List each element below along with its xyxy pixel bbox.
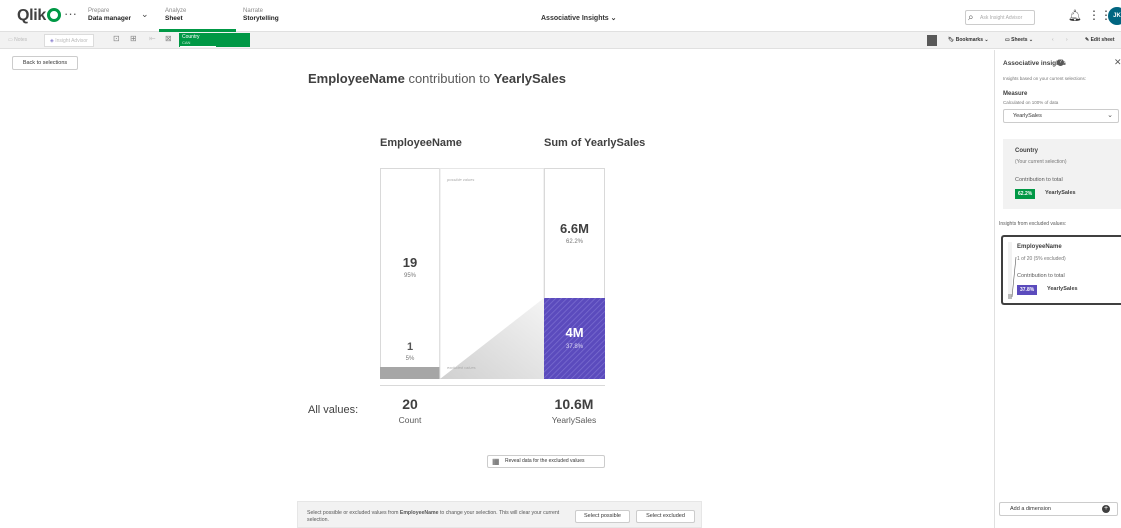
app-title[interactable]: Associative Insights ⌄ <box>541 14 617 22</box>
table-icon: ▦ <box>492 457 500 466</box>
nav-prepare-label: Prepare <box>88 8 110 14</box>
total-measure-label: YearlySales <box>551 415 597 425</box>
measure-excluded-value: 4M <box>565 325 584 340</box>
measure-excluded-pct: 37.8% <box>565 344 583 350</box>
select-possible-button[interactable]: Select possible <box>575 510 630 523</box>
card-title: Country <box>1015 148 1038 154</box>
nav-narrate-value: Storytelling <box>243 15 279 22</box>
next-sheet-icon[interactable]: › <box>1066 34 1068 47</box>
notes-icon: ▭ <box>8 37 13 43</box>
sheets-button[interactable]: ▭ Sheets ⌄ <box>1005 34 1033 47</box>
measure-possible-pct: 62.2% <box>565 239 583 245</box>
bell-icon[interactable]: 🔔︎ <box>1068 9 1082 22</box>
nav-narrate[interactable]: Narrate Storytelling <box>243 7 279 23</box>
nav-analyze-label: Analyze <box>165 8 187 14</box>
selections-tool-icon[interactable]: ⊞ <box>130 34 137 43</box>
card-subtitle: (Your current selection) <box>1015 159 1067 165</box>
step-back-icon[interactable]: ⇤ <box>149 34 156 43</box>
back-to-selections-button[interactable]: Back to selections <box>12 56 78 70</box>
previous-sheet-icon[interactable]: ‹ <box>1052 34 1054 47</box>
possible-values-label: possible values <box>447 177 475 182</box>
nav-prepare-value: Data manager <box>88 15 131 22</box>
notes-button[interactable]: ▭ Notes <box>8 34 27 47</box>
sheet-toolbar: ▭ Notes ◈ Insight Advisor ⊡ ⊞ ⇤ ⊠ Countr… <box>0 32 1121 49</box>
bookmark-icon: 🔖︎ <box>948 37 955 43</box>
chevron-down-icon[interactable]: ⌄ <box>141 9 149 20</box>
smart-search-icon[interactable]: ⊡ <box>113 34 120 43</box>
contribution-badge: 62.2% <box>1015 189 1036 199</box>
chevron-down-icon: ⌄ <box>984 37 989 43</box>
top-navigation: Qlik ··· Prepare Data manager ⌄ Analyze … <box>0 0 1121 32</box>
qlik-q-icon <box>47 8 62 22</box>
total-measure: 10.6M <box>554 396 594 412</box>
search-icon: ⌕ <box>968 12 974 23</box>
selection-bar <box>180 46 216 47</box>
page-title: EmployeeName contribution to YearlySales <box>308 71 567 86</box>
edit-sheet-button[interactable]: ✎ Edit sheet <box>1085 34 1115 47</box>
dimension-possible-pct: 95% <box>403 273 416 279</box>
selection-pill-country[interactable]: Country CAN <box>179 33 250 47</box>
select-excluded-button[interactable]: Select excluded <box>636 510 695 523</box>
dimension-excluded-count: 1 <box>406 341 414 353</box>
add-dimension-label: Add a dimension <box>1010 506 1051 512</box>
insight-search-input[interactable]: ⌕ Ask Insight Advisor <box>965 10 1035 25</box>
clear-selections-icon[interactable]: ⊠ <box>165 34 172 43</box>
measure-column-header: Sum of YearlySales <box>544 137 646 149</box>
more-menu-button[interactable]: ··· <box>64 6 77 21</box>
chevron-down-icon: ⌄ <box>610 15 617 22</box>
panel-subtitle: Insights based on your current selection… <box>1003 76 1087 81</box>
chevron-down-icon: ⌄ <box>1107 112 1113 119</box>
qlik-logo[interactable]: Qlik <box>17 6 62 25</box>
chart-icon[interactable] <box>927 35 937 46</box>
dimension-excluded-pct: 5% <box>405 356 415 362</box>
nav-analyze-value: Sheet <box>165 15 183 22</box>
excluded-insight-card[interactable]: EmployeeName 1 of 20 (5% excluded) Contr… <box>1001 235 1121 305</box>
measure-select[interactable]: YearlySales ⌄ <box>1003 109 1119 123</box>
badge-measure-label: YearlySales <box>1045 190 1076 196</box>
selection-hint-text: Select possible or excluded values from … <box>307 510 560 523</box>
pencil-icon: ✎ <box>1085 37 1090 43</box>
excluded-values-label: excluded values <box>447 365 476 370</box>
nav-narrate-label: Narrate <box>243 8 264 14</box>
dimension-column-header: EmployeeName <box>380 137 462 149</box>
excluded-insights-heading: Insights from excluded values: <box>999 221 1067 227</box>
contribution-badge: 37.8% <box>1017 285 1038 295</box>
plus-icon: + <box>1102 505 1110 513</box>
measure-heading: Measure <box>1003 91 1028 97</box>
nav-analyze[interactable]: Analyze Sheet <box>165 7 186 23</box>
measure-calc-note: Calculated on 100% of data <box>1003 100 1059 105</box>
all-values-label: All values: <box>308 404 359 416</box>
help-icon[interactable]: ? <box>1057 59 1064 66</box>
card-contribution-label: Contribution to total <box>1015 177 1063 183</box>
measure-possible-value: 6.6M <box>560 221 589 236</box>
total-count: 20 <box>402 396 418 412</box>
insight-icon: ◈ <box>50 38 54 44</box>
measure-select-value: YearlySales <box>1013 113 1042 119</box>
bookmarks-button[interactable]: 🔖︎ Bookmarks ⌄ <box>948 34 989 47</box>
add-dimension-button[interactable]: Add a dimension + <box>999 502 1118 516</box>
dimension-possible-count: 19 <box>402 255 418 270</box>
insight-advisor-button[interactable]: ◈ Insight Advisor <box>44 34 94 47</box>
card-title: EmployeeName <box>1017 244 1062 250</box>
divider <box>380 385 605 386</box>
current-selection-card[interactable]: Country (Your current selection) Contrib… <box>1003 139 1121 209</box>
dimension-excluded-bar <box>380 367 440 379</box>
close-icon[interactable]: ✕ <box>1114 57 1121 68</box>
total-count-label: Count <box>398 415 422 425</box>
avatar[interactable]: JK <box>1108 7 1121 25</box>
card-subtitle: 1 of 20 (5% excluded) <box>1017 256 1066 262</box>
sheets-icon: ▭ <box>1005 37 1010 43</box>
associative-insights-panel: Associative insights ? ✕ Insights based … <box>994 50 1121 528</box>
chevron-down-icon: ⌄ <box>1028 37 1034 43</box>
badge-measure-label: YearlySales <box>1047 286 1078 292</box>
card-contribution-label: Contribution to total <box>1017 273 1065 279</box>
search-placeholder: Ask Insight Advisor <box>980 15 1023 21</box>
nav-prepare[interactable]: Prepare Data manager <box>88 7 131 23</box>
selection-action-bar: Select possible or excluded values from … <box>297 501 702 528</box>
reveal-excluded-data-button[interactable]: ▦ Reveal data for the excluded values <box>487 455 605 468</box>
